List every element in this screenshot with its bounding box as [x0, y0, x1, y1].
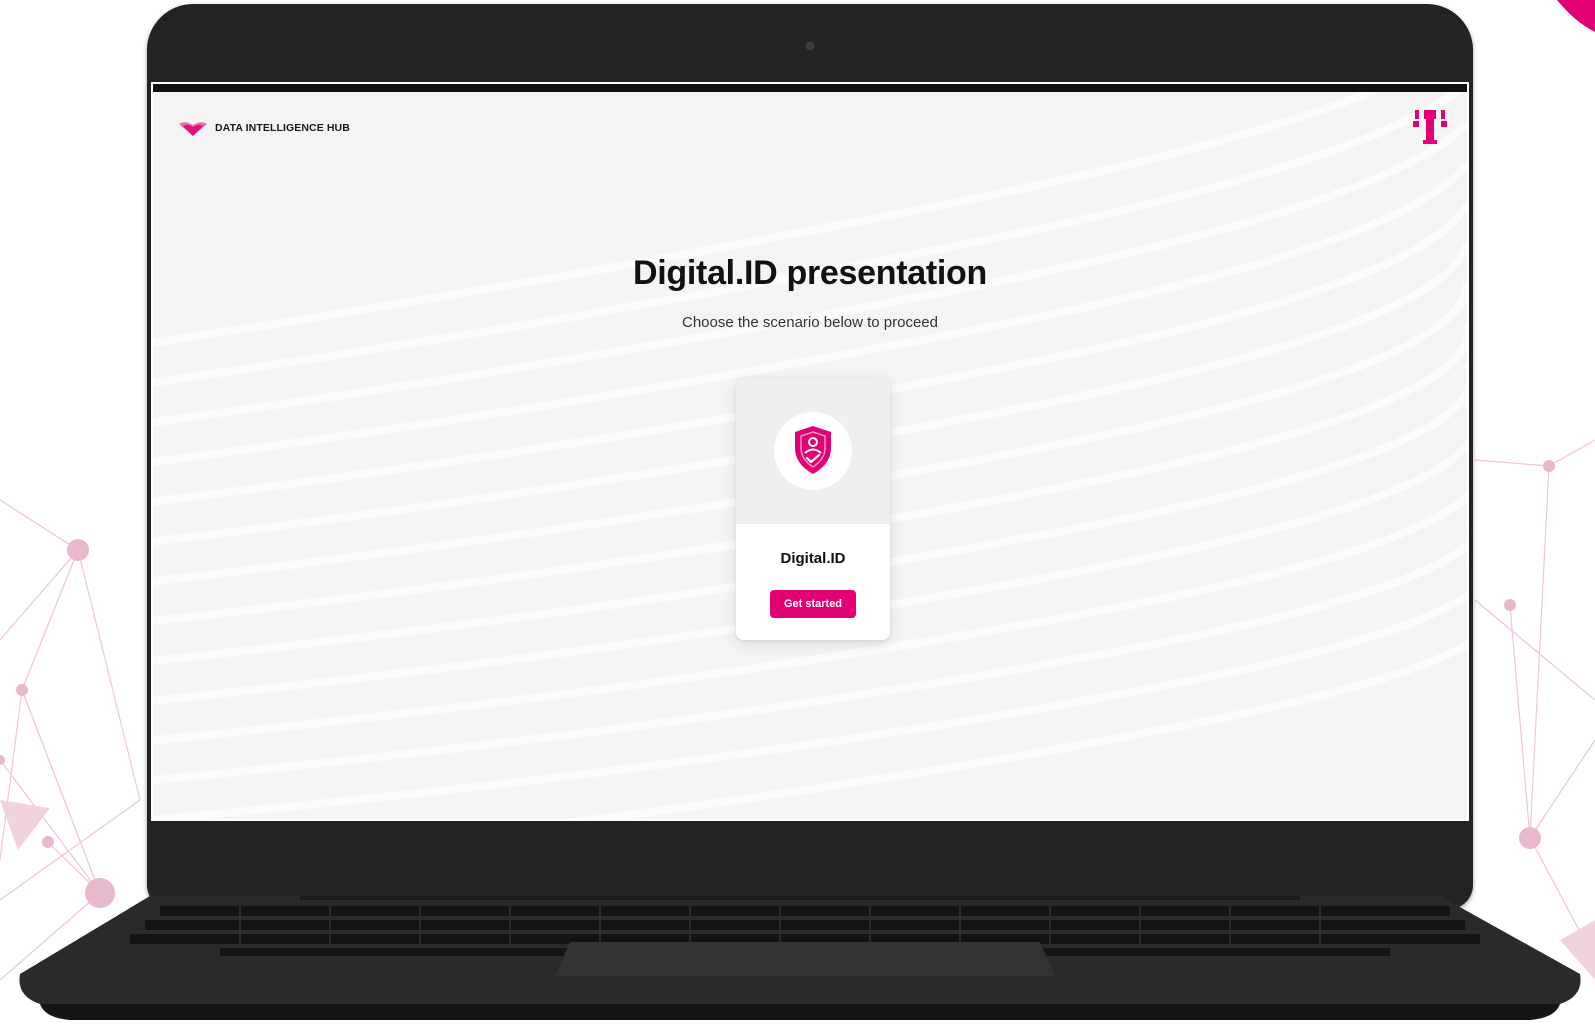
scenario-title: Digital.ID	[780, 550, 846, 567]
heart-wings-logo-icon	[179, 122, 207, 136]
icon-badge	[774, 412, 852, 490]
brand-name: DATA INTELLIGENCE HUB	[215, 122, 350, 134]
corner-accent-shape	[1557, 0, 1595, 32]
get-started-button[interactable]: Get started	[770, 590, 856, 618]
screen-top-edge	[153, 84, 1467, 92]
laptop-screen: DATA INTELLIGENCE HUB Digital.ID present…	[151, 82, 1469, 821]
card-header-area	[736, 378, 890, 524]
webcam-dot	[806, 42, 814, 50]
shield-user-check-icon	[795, 426, 831, 474]
telekom-t-logo-icon[interactable]	[1413, 108, 1447, 148]
page-subtitle: Choose the scenario below to proceed	[682, 314, 938, 331]
laptop-keyboard-base	[19, 896, 1581, 1020]
page-title: Digital.ID presentation	[633, 254, 987, 292]
brand-logo[interactable]: DATA INTELLIGENCE HUB	[177, 118, 350, 138]
scenario-card-digital-id[interactable]: Digital.ID Get started	[736, 378, 890, 640]
